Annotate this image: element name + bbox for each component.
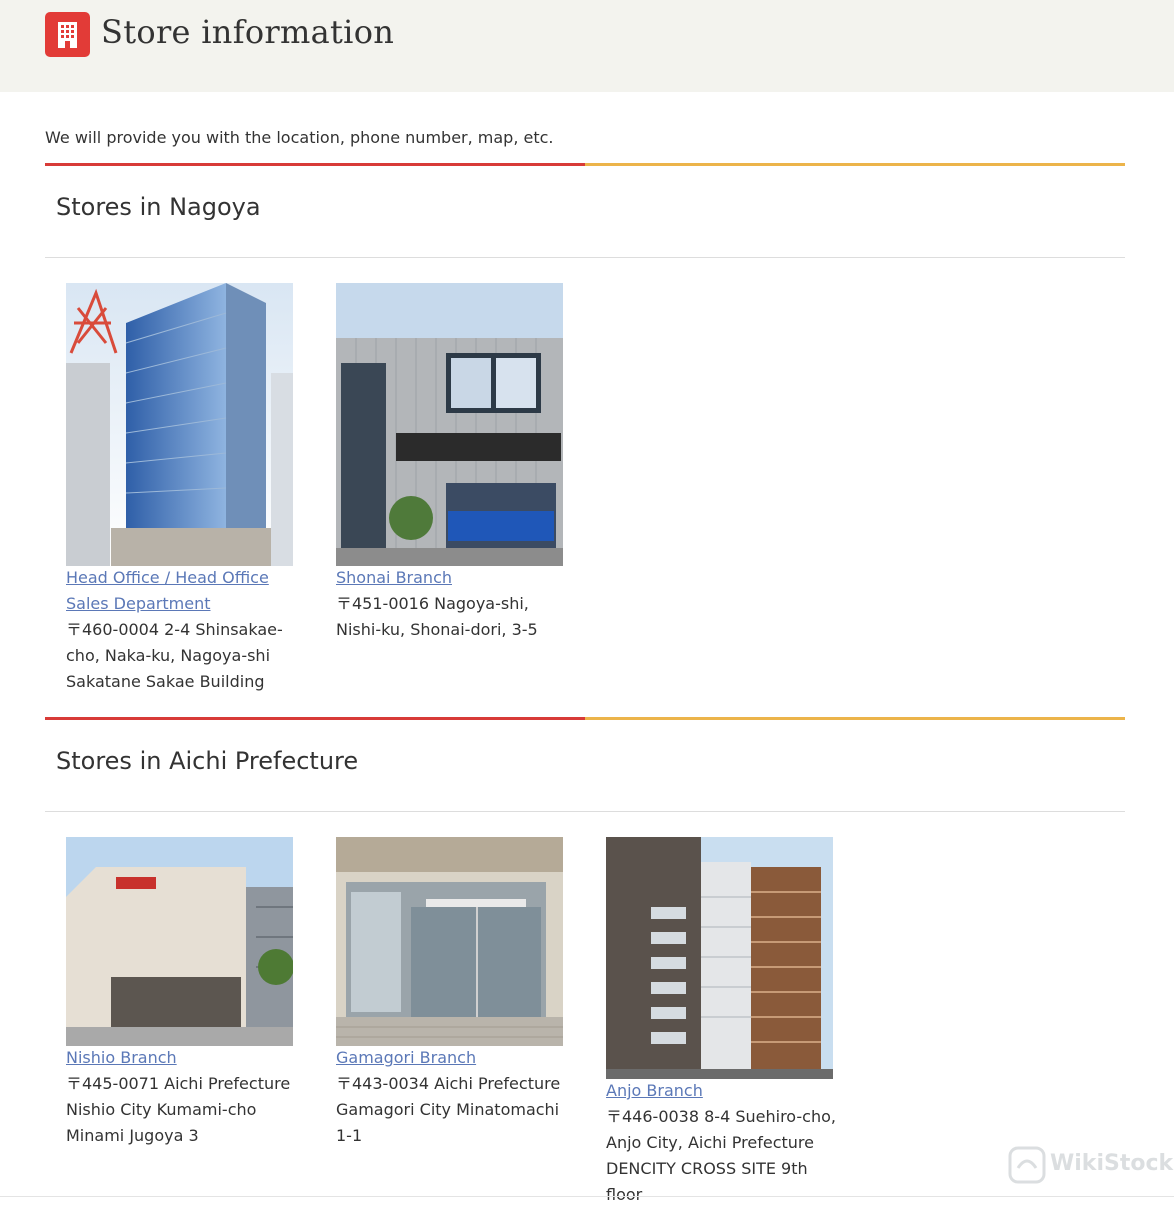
store-card: Shonai Branch 〒451-0016 Nagoya-shi, Nish…	[336, 283, 563, 703]
page-title: Store information	[101, 13, 395, 51]
section-rule	[45, 717, 1125, 720]
store-link[interactable]: Gamagori Branch	[336, 1045, 576, 1071]
high-rise-photo[interactable]	[606, 837, 833, 1079]
store-link[interactable]: Head Office / Head Office Sales Departme…	[66, 565, 306, 617]
store-address: 〒443-0034 Aichi Prefecture Gamagori City…	[336, 1074, 561, 1145]
store-link[interactable]: Shonai Branch	[336, 565, 576, 591]
watermark-text: WikiStock	[1050, 1151, 1174, 1176]
page-header: Store information	[0, 0, 1174, 92]
store-card: Anjo Branch 〒446-0038 8-4 Suehiro-cho, A…	[606, 837, 836, 1204]
store-link[interactable]: Nishio Branch	[66, 1045, 306, 1071]
store-card: Gamagori Branch 〒443-0034 Aichi Prefectu…	[336, 837, 563, 1157]
store-link[interactable]: Anjo Branch	[606, 1078, 846, 1104]
watermark-logo-icon	[1008, 1146, 1046, 1184]
store-card: Head Office / Head Office Sales Departme…	[66, 283, 293, 703]
office-tower-photo[interactable]	[66, 283, 293, 566]
store-address: 〒451-0016 Nagoya-shi, Nishi-ku, Shonai-d…	[336, 594, 538, 639]
section-rule	[45, 163, 1125, 166]
store-card: Nishio Branch 〒445-0071 Aichi Prefecture…	[66, 837, 293, 1157]
storefront-photo[interactable]	[336, 283, 563, 566]
page-bottom-border	[0, 1196, 1174, 1197]
branch-building-photo[interactable]	[66, 837, 293, 1046]
intro-text: We will provide you with the location, p…	[45, 128, 554, 147]
section-title: Stores in Aichi Prefecture	[56, 747, 359, 775]
divider	[45, 811, 1125, 812]
divider	[45, 257, 1125, 258]
section-aichi: Stores in Aichi Prefecture Nishio Branch…	[45, 717, 1125, 1204]
watermark: WikiStock	[1008, 1143, 1174, 1187]
section-title: Stores in Nagoya	[56, 193, 261, 221]
store-address: 〒446-0038 8-4 Suehiro-cho, Anjo City, Ai…	[606, 1107, 836, 1204]
store-address: 〒445-0071 Aichi Prefecture Nishio City K…	[66, 1074, 291, 1145]
glass-entrance-photo[interactable]	[336, 837, 563, 1046]
store-address: 〒460-0004 2-4 Shinsakae-cho, Naka-ku, Na…	[66, 620, 283, 691]
section-nagoya: Stores in Nagoya Head Office / Head Offi…	[45, 163, 1125, 703]
building-icon	[45, 12, 90, 57]
